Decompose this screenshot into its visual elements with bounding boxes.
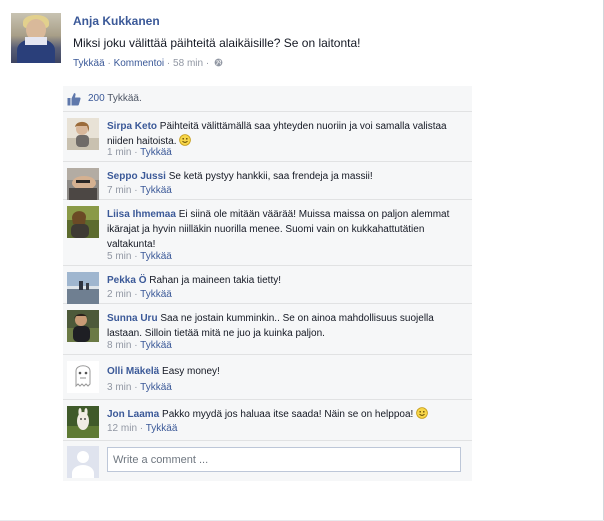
commenter-avatar[interactable] xyxy=(67,118,99,150)
comment-like-link[interactable]: Tykkää xyxy=(140,340,172,351)
comment-meta: 12 min · Tykkää xyxy=(107,423,178,434)
current-user-avatar xyxy=(67,446,99,478)
post-actions: Tykkää · Kommentoi · 58 min · xyxy=(73,58,223,69)
comment-item: Jon Laama Pakko myydä jos haluaa itse sa… xyxy=(63,400,472,441)
comment-timestamp[interactable]: 8 min xyxy=(107,340,131,351)
comment-text: Pekka Ö Rahan ja maineen takia tietty! xyxy=(107,273,467,288)
commenter-name[interactable]: Olli Mäkelä xyxy=(107,366,159,377)
comment-meta: 3 min · Tykkää xyxy=(107,382,172,393)
post-timestamp[interactable]: 58 min xyxy=(173,58,203,69)
commenter-avatar[interactable] xyxy=(67,168,99,200)
likes-summary: 200 Tykkää. xyxy=(63,86,472,112)
comment-meta: 1 min · Tykkää xyxy=(107,147,172,158)
commenter-name[interactable]: Liisa Ihmemaa xyxy=(107,209,176,220)
post-like-link[interactable]: Tykkää xyxy=(73,58,105,69)
comment-meta: 5 min · Tykkää xyxy=(107,251,172,262)
post-comment-link[interactable]: Kommentoi xyxy=(114,58,165,69)
comment-timestamp[interactable]: 12 min xyxy=(107,423,137,434)
comment-text: Sunna Uru Saa ne jostain kumminkin.. Se … xyxy=(107,311,467,341)
comment-item: Liisa Ihmemaa Ei siinä ole mitään väärää… xyxy=(63,200,472,266)
comment-text: Sirpa Keto Päihteitä välittämällä saa yh… xyxy=(107,119,467,149)
commenter-name[interactable]: Seppo Jussi xyxy=(107,171,166,182)
comment-like-link[interactable]: Tykkää xyxy=(140,147,172,158)
comment-text: Seppo Jussi Se ketä pystyy hankkii, saa … xyxy=(107,169,467,184)
comment-message: Easy money! xyxy=(162,366,220,377)
comment-item: Sirpa Keto Päihteitä välittämällä saa yh… xyxy=(63,112,472,162)
globe-icon[interactable] xyxy=(214,58,223,67)
separator: · xyxy=(203,58,212,69)
commenter-avatar[interactable] xyxy=(67,206,99,238)
post-author-name[interactable]: Anja Kukkanen xyxy=(73,14,160,28)
comment-like-link[interactable]: Tykkää xyxy=(140,382,172,393)
comment-item: Seppo Jussi Se ketä pystyy hankkii, saa … xyxy=(63,162,472,200)
smiley-emoticon-icon xyxy=(416,407,428,419)
likes-count-number[interactable]: 200 xyxy=(88,93,105,104)
comment-timestamp[interactable]: 5 min xyxy=(107,251,131,262)
comment-meta: 8 min · Tykkää xyxy=(107,340,172,351)
comment-item: Sunna Uru Saa ne jostain kumminkin.. Se … xyxy=(63,304,472,355)
smiley-emoticon-icon xyxy=(179,134,192,146)
separator: · xyxy=(104,58,114,69)
commenter-avatar[interactable] xyxy=(67,310,99,342)
comment-item: Pekka Ö Rahan ja maineen takia tietty! 2… xyxy=(63,266,472,304)
post-text: Miksi joku välittää päihteitä alaikäisil… xyxy=(73,36,361,50)
likes-count-text: 200 Tykkää. xyxy=(88,93,142,104)
comment-item: Olli Mäkelä Easy money! 3 min · Tykkää xyxy=(63,355,472,400)
comment-timestamp[interactable]: 1 min xyxy=(107,147,131,158)
comment-text: Jon Laama Pakko myydä jos haluaa itse sa… xyxy=(107,407,467,422)
commenter-avatar[interactable] xyxy=(67,406,99,438)
commenter-name[interactable]: Sunna Uru xyxy=(107,313,158,324)
separator: · xyxy=(164,58,174,69)
thumbs-up-icon[interactable] xyxy=(67,92,81,106)
comment-timestamp[interactable]: 2 min xyxy=(107,289,131,300)
comment-text: Liisa Ihmemaa Ei siinä ole mitään väärää… xyxy=(107,207,467,252)
comment-text: Olli Mäkelä Easy money! xyxy=(107,364,467,379)
comment-composer xyxy=(63,441,472,481)
comment-like-link[interactable]: Tykkää xyxy=(140,289,172,300)
author-avatar[interactable] xyxy=(11,13,61,63)
commenter-avatar[interactable] xyxy=(67,272,99,304)
feedback-panel: 200 Tykkää. Sirpa Keto Päihteitä välittä… xyxy=(63,86,472,481)
comment-meta: 2 min · Tykkää xyxy=(107,289,172,300)
comment-like-link[interactable]: Tykkää xyxy=(140,251,172,262)
comment-message: Se ketä pystyy hankkii, saa frendeja ja … xyxy=(168,171,373,182)
comment-meta: 7 min · Tykkää xyxy=(107,185,172,196)
commenter-avatar[interactable] xyxy=(67,361,99,393)
likes-label: Tykkää. xyxy=(107,93,142,104)
comment-message: Pakko myydä jos haluaa itse saada! Näin … xyxy=(162,409,414,420)
comment-timestamp[interactable]: 3 min xyxy=(107,382,131,393)
comment-message: Päihteitä välittämällä saa yhteyden nuor… xyxy=(107,121,447,147)
commenter-name[interactable]: Pekka Ö xyxy=(107,275,146,286)
commenter-name[interactable]: Jon Laama xyxy=(107,409,159,420)
commenter-name[interactable]: Sirpa Keto xyxy=(107,121,157,132)
comment-like-link[interactable]: Tykkää xyxy=(146,423,178,434)
comment-like-link[interactable]: Tykkää xyxy=(140,185,172,196)
comment-timestamp[interactable]: 7 min xyxy=(107,185,131,196)
comment-message: Rahan ja maineen takia tietty! xyxy=(149,275,282,286)
comment-input[interactable] xyxy=(107,447,461,472)
